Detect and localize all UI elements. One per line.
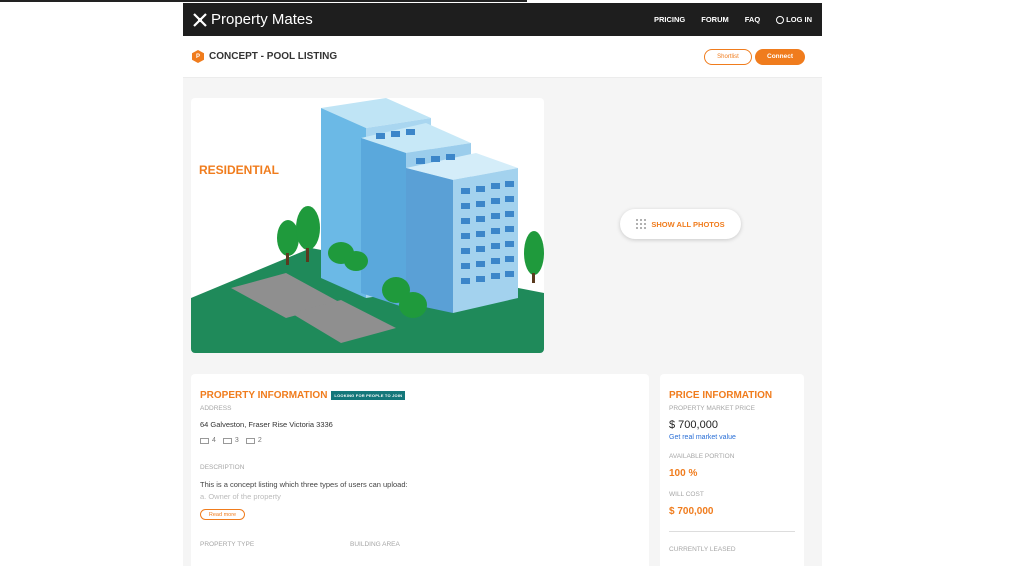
read-more-button[interactable]: Read more — [200, 509, 245, 520]
property-info-heading: PROPERTY INFORMATION LOOKING FOR PEOPLE … — [200, 390, 640, 401]
listing-title-wrap: P CONCEPT - POOL LISTING — [192, 50, 337, 63]
grid-icon — [636, 219, 647, 229]
listing-hex-icon: P — [192, 50, 204, 63]
available-portion-value: 100 % — [669, 468, 698, 479]
logo-icon — [193, 12, 207, 27]
nav-links: PRICING FORUM FAQ LOG IN — [654, 15, 812, 24]
bedrooms-feature: 4 — [200, 437, 216, 444]
bath-icon — [222, 437, 232, 444]
price-information-card: PRICE INFORMATION PROPERTY MARKET PRICE … — [660, 374, 804, 566]
parking-count: 2 — [257, 437, 262, 444]
connect-button[interactable]: Connect — [755, 48, 805, 65]
property-details-row: PROPERTY TYPE BUILDING AREA — [200, 537, 640, 548]
listing-header: P CONCEPT - POOL LISTING Shortlist Conne… — [183, 36, 822, 78]
nav-faq[interactable]: FAQ — [745, 15, 760, 24]
page-title: CONCEPT - POOL LISTING — [209, 51, 338, 62]
bed-icon — [200, 437, 209, 444]
price-info-title: PRICE INFORMATION — [669, 390, 773, 401]
address-value: 64 Galveston, Fraser Rise Victoria 3336 — [200, 420, 333, 429]
available-portion-label: AVAILABLE PORTION — [669, 453, 735, 460]
car-icon — [245, 437, 255, 444]
description-text-faded: a. Owner of the property — [200, 492, 281, 501]
property-features: 4 3 2 — [200, 437, 640, 444]
status-badge: LOOKING FOR PEOPLE TO JOIN — [331, 391, 406, 400]
brand-logo[interactable]: Property Mates — [193, 11, 313, 28]
price-divider — [669, 531, 795, 532]
residential-building-illustration — [191, 98, 544, 353]
brand-name: Property Mates — [211, 11, 313, 28]
nav-login[interactable]: LOG IN — [776, 15, 812, 24]
will-cost-label: WILL COST — [669, 491, 704, 498]
navbar: Property Mates PRICING FORUM FAQ LOG IN — [183, 3, 822, 36]
property-type-label: PROPERTY TYPE — [200, 541, 255, 548]
building-area-label: BUILDING AREA — [350, 541, 400, 548]
property-photo[interactable]: RESIDENTIAL — [191, 98, 544, 353]
bedrooms-count: 4 — [212, 437, 216, 444]
user-icon — [776, 15, 785, 24]
will-cost-value: $ 700,000 — [669, 506, 714, 517]
market-price-label: PROPERTY MARKET PRICE — [669, 405, 755, 412]
photo-category-label: RESIDENTIAL — [199, 163, 280, 177]
show-all-photos-label: SHOW ALL PHOTOS — [651, 219, 725, 229]
parking-feature: 2 — [245, 437, 262, 444]
header-actions: Shortlist Connect — [704, 48, 805, 65]
nav-pricing[interactable]: PRICING — [654, 15, 685, 24]
description-text: This is a concept listing which three ty… — [200, 480, 408, 489]
property-information-card: PROPERTY INFORMATION LOOKING FOR PEOPLE … — [191, 374, 649, 566]
currently-leased-label: CURRENTLY LEASED — [669, 546, 736, 553]
shortlist-button[interactable]: Shortlist — [704, 48, 752, 65]
login-label: LOG IN — [786, 15, 812, 24]
app-frame: Property Mates PRICING FORUM FAQ LOG IN … — [183, 3, 822, 566]
top-edge-line — [0, 0, 527, 2]
show-all-photos-button[interactable]: SHOW ALL PHOTOS — [620, 209, 741, 239]
description-label: DESCRIPTION — [200, 464, 245, 471]
market-price-value: $ 700,000 — [669, 419, 718, 431]
nav-forum[interactable]: FORUM — [701, 15, 729, 24]
property-info-title: PROPERTY INFORMATION — [200, 390, 328, 401]
bathrooms-feature: 3 — [222, 437, 239, 444]
bathrooms-count: 3 — [234, 437, 239, 444]
address-label: ADDRESS — [200, 405, 232, 412]
real-market-value-link[interactable]: Get real market value — [669, 434, 795, 441]
